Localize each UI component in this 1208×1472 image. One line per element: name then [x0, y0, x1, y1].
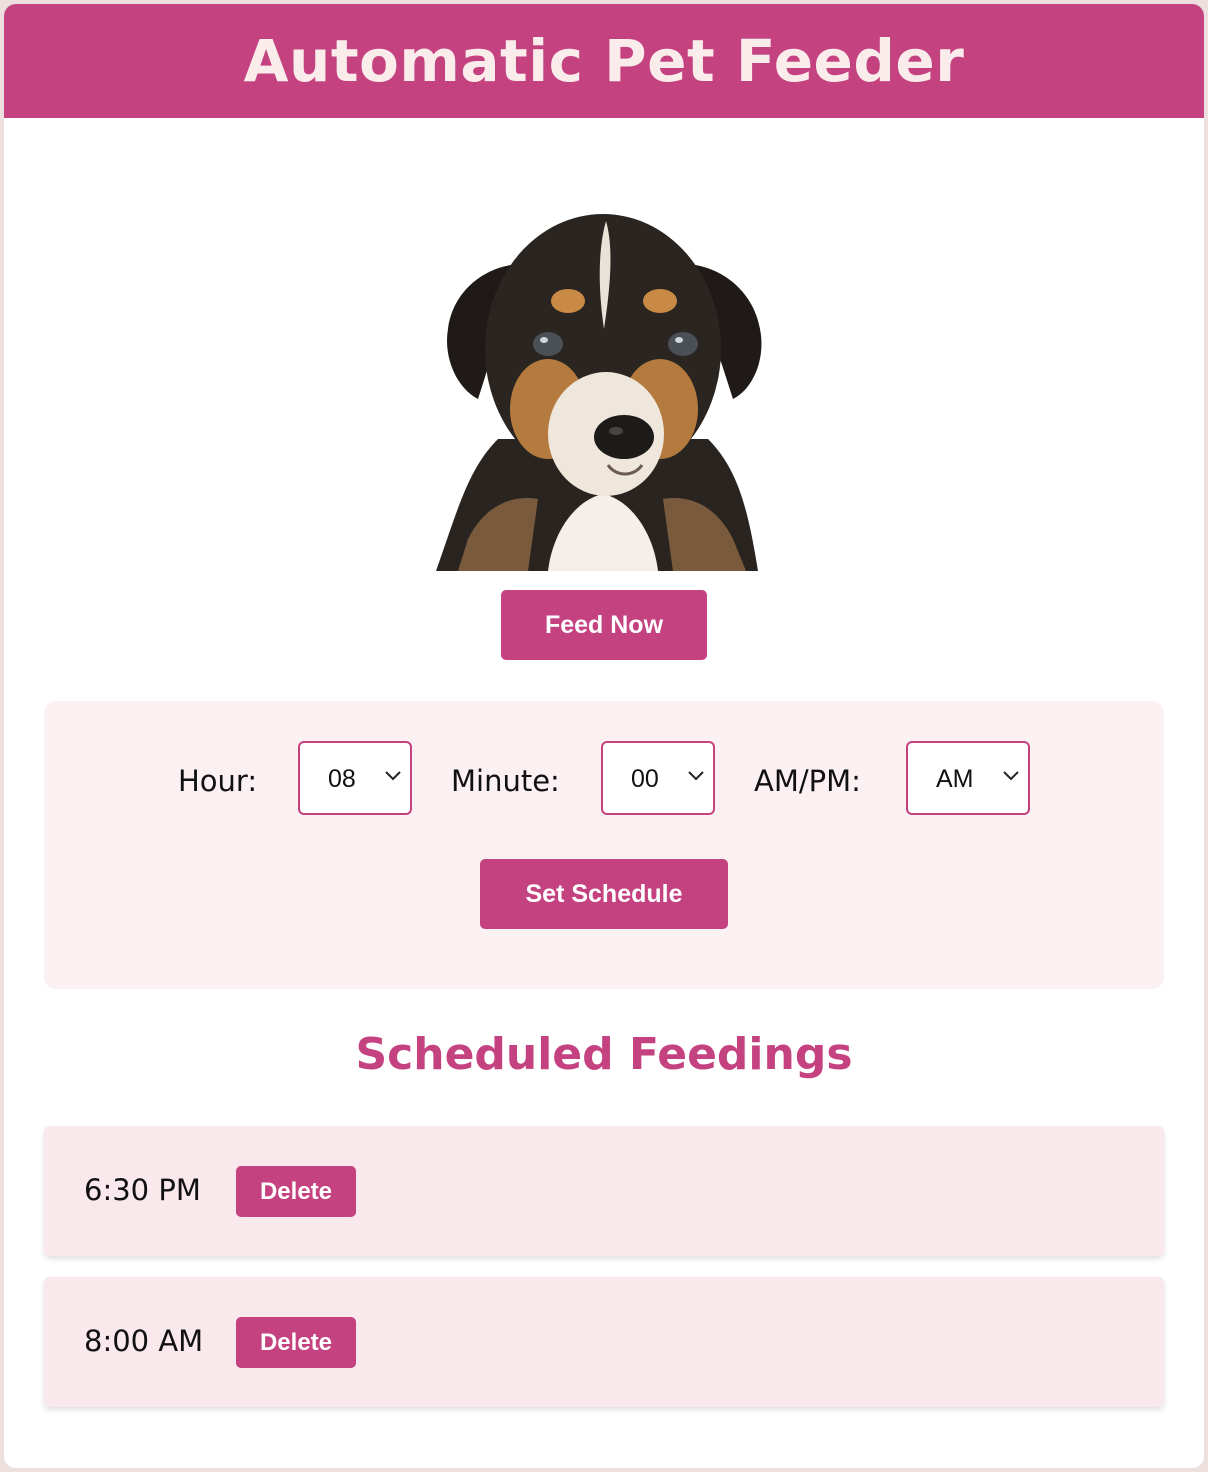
ampm-select-value: AM	[936, 765, 974, 793]
feeding-time: 8:00 AM	[84, 1324, 204, 1358]
ampm-label: AM/PM:	[754, 764, 861, 798]
puppy-illustration	[436, 214, 762, 571]
minute-select-value: 00	[631, 765, 659, 793]
minute-label: Minute:	[451, 764, 560, 798]
feeding-list-item: 6:30 PM Delete	[44, 1126, 1164, 1256]
scheduled-feedings-title: Scheduled Feedings	[355, 1029, 853, 1080]
app-header: Automatic Pet Feeder	[4, 4, 1204, 118]
ampm-select[interactable]: AM	[906, 741, 1030, 815]
hour-select[interactable]: 08	[298, 741, 412, 815]
feed-now-button[interactable]: Feed Now	[501, 590, 707, 660]
delete-button[interactable]: Delete	[236, 1166, 356, 1217]
hour-select-value: 08	[328, 765, 356, 793]
pet-image	[428, 209, 778, 571]
feeding-list-item: 8:00 AM Delete	[44, 1277, 1164, 1407]
feeding-time: 6:30 PM	[84, 1173, 201, 1207]
chevron-down-icon	[1003, 771, 1019, 781]
schedule-form: Hour: 08 Minute: 00 AM/PM: AM Set Schedu…	[44, 701, 1164, 989]
app-window: Automatic Pet Feeder Feed Now Hour: 08 M…	[4, 4, 1204, 1468]
chevron-down-icon	[688, 771, 704, 781]
chevron-down-icon	[385, 771, 401, 781]
minute-select[interactable]: 00	[601, 741, 715, 815]
set-schedule-button[interactable]: Set Schedule	[480, 859, 728, 929]
page-title: Automatic Pet Feeder	[243, 27, 965, 95]
hour-label: Hour:	[178, 764, 258, 798]
delete-button[interactable]: Delete	[236, 1317, 356, 1368]
